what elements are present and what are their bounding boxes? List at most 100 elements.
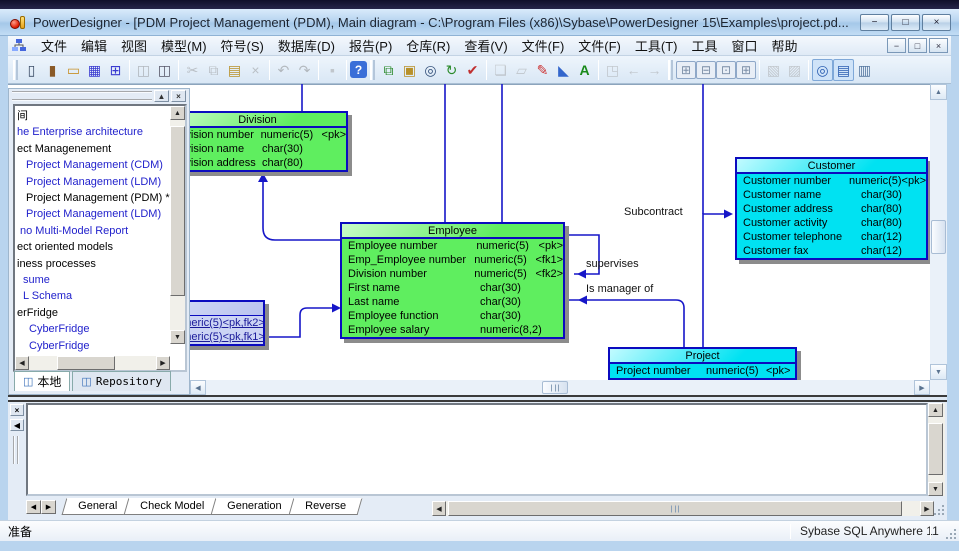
entity-division[interactable]: Division Division numbernumeric(5)<pk> D… <box>167 111 348 172</box>
properties-icon[interactable]: ▪ <box>322 59 343 81</box>
toolbar-drag-handle[interactable] <box>668 60 673 80</box>
list-icon[interactable]: ▥ <box>854 59 875 81</box>
scroll-up-icon[interactable]: ▲ <box>170 106 185 120</box>
entity-customer[interactable]: Customer Customer numbernumeric(5)<pk> C… <box>735 157 928 260</box>
view-page-icon[interactable]: ⊡ <box>716 61 736 79</box>
browser-close-icon[interactable]: × <box>171 90 186 102</box>
hscroll-thumb[interactable] <box>542 381 568 394</box>
menu-report[interactable]: 报告(P) <box>342 34 399 57</box>
tree-item-xml-schema[interactable]: L Schema <box>15 288 170 304</box>
output-content[interactable] <box>26 403 928 496</box>
menu-database[interactable]: 数据库(D) <box>271 34 342 57</box>
mdi-restore-button[interactable]: □ <box>908 38 927 53</box>
menu-window[interactable]: 窗口 <box>725 34 765 57</box>
vscroll-thumb[interactable] <box>931 220 946 254</box>
delete-icon[interactable]: × <box>245 59 266 81</box>
tree-item-pm-ldm[interactable]: Project Management (LDM) <box>15 174 170 190</box>
new-window-icon[interactable]: ⧉ <box>378 59 399 81</box>
help-icon[interactable]: ? <box>350 61 367 78</box>
scroll-down-icon[interactable]: ▼ <box>930 364 947 380</box>
toolbar-drag-handle[interactable] <box>13 60 18 80</box>
save-all-icon[interactable]: ⊞ <box>105 59 126 81</box>
zoom-in-icon[interactable]: ▧ <box>763 59 784 81</box>
tree-item-enterprise-architecture[interactable]: he Enterprise architecture <box>15 124 170 140</box>
restore-button[interactable]: □ <box>891 14 920 31</box>
tab-check-model[interactable]: Check Model <box>124 498 221 515</box>
close-button[interactable]: × <box>922 14 951 31</box>
menu-tools[interactable]: 工具 <box>685 34 725 57</box>
diagram-horizontal-scrollbar[interactable]: ◀ ▶ <box>190 380 930 395</box>
tree-item-pm-pdm[interactable]: Project Management (PDM) * <box>15 190 170 206</box>
tree-item-cyberfridge-3[interactable]: CyberFridge <box>15 338 170 354</box>
tab-repository[interactable]: ◫ Repository <box>72 371 171 391</box>
diagram-vertical-scrollbar[interactable]: ▲ ▼ <box>930 84 947 380</box>
entity-project[interactable]: Project Project numbernumeric(5)<pk> <box>608 347 797 380</box>
output-drag-grip[interactable] <box>13 436 19 464</box>
tree-item-object-oriented-models[interactable]: ect oriented models <box>15 239 170 255</box>
tabs-scroll-left-icon[interactable]: ◀ <box>26 500 41 514</box>
tree-item-pm-cdm[interactable]: Project Management (CDM) <box>15 157 170 173</box>
open-workspace-icon[interactable]: ▮ <box>42 59 63 81</box>
find-icon[interactable]: ◎ <box>420 59 441 81</box>
tab-generation[interactable]: Generation <box>211 498 298 515</box>
scroll-down-icon[interactable]: ▼ <box>170 330 185 344</box>
check-model-icon[interactable]: ✔ <box>462 59 483 81</box>
nudge-left-icon[interactable]: ← <box>623 59 644 81</box>
save-icon[interactable]: ▦ <box>84 59 105 81</box>
entity-employee[interactable]: Employee Employee numbernumeric(5)<pk> E… <box>340 222 565 339</box>
scroll-right-icon[interactable]: ▶ <box>156 356 170 370</box>
menu-symbol[interactable]: 符号(S) <box>214 34 271 57</box>
scroll-left-icon[interactable]: ◀ <box>15 356 29 370</box>
group-icon[interactable]: ❏ <box>490 59 511 81</box>
output-dock-icon[interactable]: ◀ <box>10 419 24 431</box>
tree-vertical-scrollbar[interactable]: ▲ ▼ <box>170 106 185 344</box>
tree-horizontal-scrollbar[interactable]: ◀ ▶ <box>15 356 170 370</box>
fill-color-icon[interactable]: ◣ <box>553 59 574 81</box>
minimize-button[interactable]: − <box>860 14 889 31</box>
tree-item-workspace[interactable]: 间 <box>15 108 170 124</box>
paste-shortcut-icon[interactable]: ▣ <box>399 59 420 81</box>
tree-item-business-processes[interactable]: iness processes <box>15 256 170 272</box>
scroll-up-icon[interactable]: ▲ <box>928 403 943 417</box>
browser-collapse-icon[interactable]: ▲ <box>154 90 169 102</box>
scroll-left-icon[interactable]: ◀ <box>190 380 206 395</box>
bring-front-icon[interactable]: ◳ <box>602 59 623 81</box>
browser-tree[interactable]: 间 he Enterprise architecture ect Managen… <box>13 104 187 372</box>
print-icon[interactable]: ◫ <box>154 59 175 81</box>
zoom-out-icon[interactable]: ▨ <box>784 59 805 81</box>
relationship-label-supervises[interactable]: supervises <box>586 258 639 270</box>
scroll-up-icon[interactable]: ▲ <box>930 84 947 100</box>
tree-item-pm-ldm2[interactable]: Project Management (LDM) <box>15 206 170 222</box>
view-window-icon[interactable]: ⊞ <box>676 61 696 79</box>
mdi-close-button[interactable]: × <box>929 38 948 53</box>
relationship-label-is-manager-of[interactable]: Is manager of <box>586 283 653 295</box>
panel-resize-grip[interactable] <box>933 504 945 516</box>
menu-view2[interactable]: 查看(V) <box>457 34 514 57</box>
new-model-icon[interactable]: ▯ <box>21 59 42 81</box>
cut-icon[interactable]: ✂ <box>182 59 203 81</box>
output-hscroll-thumb[interactable] <box>448 501 902 516</box>
print-preview-icon[interactable]: ◫ <box>133 59 154 81</box>
view-panel-icon[interactable]: ⊟ <box>696 61 716 79</box>
output-vscroll-thumb[interactable] <box>928 423 943 475</box>
tree-item-resume[interactable]: sume <box>15 272 170 288</box>
tree-item-cyberfridge-2[interactable]: CyberFridge <box>15 321 170 337</box>
output-splitter[interactable] <box>8 395 947 402</box>
view-pages-icon[interactable]: ⊞ <box>736 61 756 79</box>
tree-item-project-management[interactable]: ect Managenement <box>15 141 170 157</box>
menu-file[interactable]: 文件 <box>34 34 74 57</box>
tree-item-cyberfridge[interactable]: erFridge <box>15 305 170 321</box>
scroll-right-icon[interactable]: ▶ <box>914 380 930 395</box>
scroll-down-icon[interactable]: ▼ <box>928 482 943 496</box>
browser-drag-bar[interactable] <box>12 91 152 101</box>
tree-vscroll-thumb[interactable] <box>170 126 185 296</box>
menu-model[interactable]: 模型(M) <box>154 34 214 57</box>
toolbar-drag-handle[interactable] <box>370 60 375 80</box>
pen-icon[interactable]: ✎ <box>532 59 553 81</box>
mdi-child-icon[interactable] <box>12 39 26 52</box>
copy-icon[interactable]: ⧉ <box>203 59 224 81</box>
tabs-scroll-right-icon[interactable]: ▶ <box>41 500 56 514</box>
scroll-right-icon[interactable]: ▶ <box>920 501 934 516</box>
menu-file-f[interactable]: 文件(F) <box>515 34 572 57</box>
open-model-icon[interactable]: ▭ <box>63 59 84 81</box>
